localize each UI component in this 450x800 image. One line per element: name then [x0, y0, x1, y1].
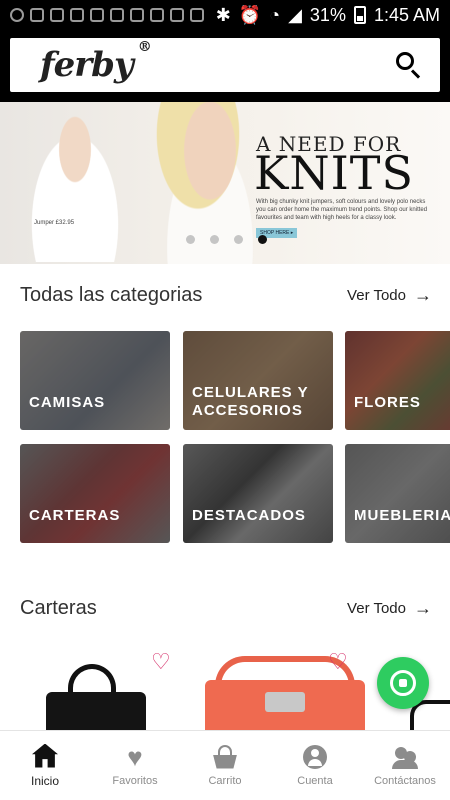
play-store-notification-icon	[150, 8, 164, 22]
bluetooth-icon: ✱	[215, 4, 231, 25]
clock: 1:45 AM	[373, 4, 440, 25]
category-tile-carteras[interactable]: CARTERAS	[20, 444, 170, 543]
arrow-right-icon: →	[414, 598, 432, 618]
carousel-dot[interactable]	[234, 235, 243, 244]
carousel-dot-active[interactable]	[258, 235, 267, 244]
category-label: CELULARES Y ACCESORIOS	[192, 384, 309, 419]
cart-icon	[212, 744, 238, 769]
registered-mark: ®	[137, 39, 152, 55]
category-tile-flores[interactable]: FLORES	[345, 331, 450, 430]
ver-todo-label: Ver Todo	[347, 600, 406, 617]
snapchat-notification-icon	[30, 8, 44, 22]
contact-icon	[392, 745, 418, 769]
snapchat-notification-icon	[70, 8, 84, 22]
play-store-notification-icon	[170, 8, 184, 22]
arrow-right-icon: →	[414, 285, 432, 305]
nav-label: Favoritos	[112, 774, 158, 787]
carousel-dot[interactable]	[186, 235, 195, 244]
alarm-icon: ⏰	[238, 4, 262, 25]
hero-model-image	[20, 112, 130, 262]
category-label: MUEBLERIA	[354, 507, 450, 524]
section-title: Todas las categorias	[20, 284, 203, 306]
snapchat-notification-icon	[110, 8, 124, 22]
category-label: DESTACADOS	[192, 507, 306, 524]
logo-text: ferby	[40, 45, 134, 85]
battery-percent: 31%	[309, 4, 346, 25]
nav-item-inicio[interactable]: Inicio	[0, 731, 90, 800]
nav-label: Carrito	[208, 774, 242, 787]
home-icon	[32, 743, 58, 768]
clipboard-notification-icon	[130, 8, 144, 22]
nav-item-cuenta[interactable]: Cuenta	[270, 731, 360, 800]
user-icon	[303, 744, 327, 769]
whatsapp-notification-icon	[10, 8, 24, 22]
carousel-dot[interactable]	[210, 235, 219, 244]
system-icons: ✱ ⏰ ◔ ◢ 31% 1:45 AM	[216, 5, 440, 26]
nav-label: Contáctanos	[374, 774, 436, 787]
nav-item-contactanos[interactable]: Contáctanos	[360, 731, 450, 800]
ver-todo-carteras-link[interactable]: Ver Todo →	[347, 598, 432, 619]
categories-header: Todas las categorias Ver Todo →	[20, 284, 432, 307]
heart-icon: ♥	[127, 741, 143, 772]
carteras-header: Carteras Ver Todo →	[20, 597, 432, 620]
hero-price-caption: Jumper £32.95	[34, 220, 75, 226]
header-bar: ferby ®	[10, 38, 440, 92]
section-title: Carteras	[20, 597, 97, 619]
category-tile-muebleria[interactable]: MUEBLERIA	[345, 444, 450, 543]
brand-logo[interactable]: ferby ®	[40, 39, 152, 85]
status-bar: ✱ ⏰ ◔ ◢ 31% 1:45 AM	[0, 0, 450, 30]
category-label: CARTERAS	[29, 507, 121, 524]
signal-icon: ◢	[288, 4, 302, 25]
product-image-black-bag[interactable]	[46, 664, 146, 742]
snapchat-notification-icon	[50, 8, 64, 22]
whatsapp-icon	[390, 670, 416, 696]
category-label: CAMISAS	[29, 394, 106, 411]
app-header: ferby ®	[0, 30, 450, 102]
snapchat-notification-icon	[90, 8, 104, 22]
category-tile-celulares[interactable]: CELULARES Y ACCESORIOS	[183, 331, 333, 430]
favorite-heart-icon[interactable]: ♡	[151, 651, 173, 673]
category-tile-destacados[interactable]: DESTACADOS	[183, 444, 333, 543]
nav-item-favoritos[interactable]: ♥ Favoritos	[90, 731, 180, 800]
chart-notification-icon	[190, 8, 204, 22]
nav-item-carrito[interactable]: Carrito	[180, 731, 270, 800]
category-label: FLORES	[354, 394, 421, 411]
ver-todo-categories-link[interactable]: Ver Todo →	[347, 285, 432, 306]
notification-icons	[10, 8, 204, 22]
ver-todo-label: Ver Todo	[347, 287, 406, 304]
search-icon	[396, 52, 414, 70]
favorite-heart-icon[interactable]: ♡	[328, 651, 350, 673]
bottom-nav: Inicio ♥ Favoritos Carrito Cuenta Contác…	[0, 730, 450, 800]
nav-label: Inicio	[30, 773, 59, 788]
wifi-icon: ◔	[269, 4, 281, 25]
hero-body-text: With big chunky knit jumpers, soft colou…	[256, 199, 428, 221]
hero-headline-big: KNITS	[254, 146, 414, 200]
carousel-dots	[186, 235, 267, 244]
battery-icon	[353, 6, 366, 24]
category-tile-camisas[interactable]: CAMISAS	[20, 331, 170, 430]
hero-banner[interactable]: Jumper £32.95 A NEED FOR KNITS With big …	[0, 102, 450, 264]
search-button[interactable]	[394, 50, 424, 80]
nav-label: Cuenta	[297, 774, 333, 787]
whatsapp-button[interactable]	[377, 657, 429, 709]
